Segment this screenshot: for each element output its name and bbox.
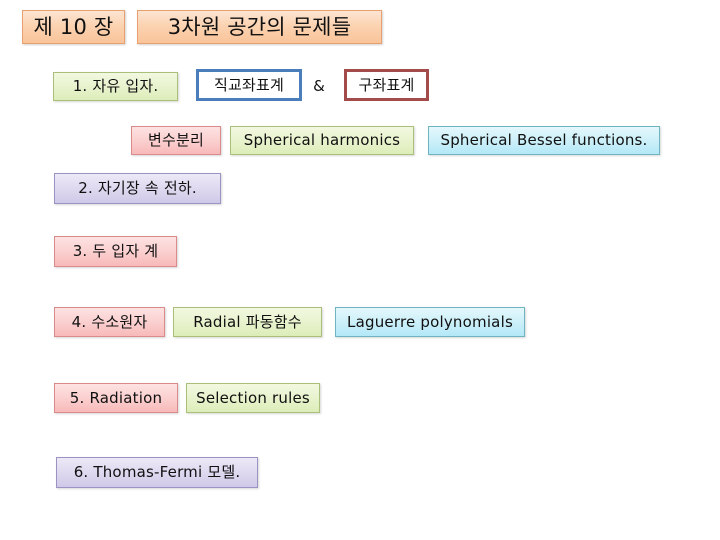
topic-4-item-laguerre-label: Laguerre polynomials [347,312,513,331]
topic-3-main-label: 3. 두 입자 계 [72,242,159,260]
topic-2-main-box[interactable]: 2. 자기장 속 전하. [54,173,221,204]
topic-1-sub-spherical-harmonics-box[interactable]: Spherical harmonics [230,126,414,155]
slide-title-box[interactable]: 3차원 공간의 문제들 [137,10,382,44]
topic-5-main-label: 5. Radiation [69,388,163,407]
topic-4-item-radial-wavefunction-box[interactable]: Radial 파동함수 [173,307,322,337]
topic-4-main-box[interactable]: 4. 수소원자 [54,307,165,337]
topic-1-item-spherical-label: 구좌표계 [358,75,415,94]
topic-5-item-selection-rules-box[interactable]: Selection rules [186,383,320,413]
topic-1-sub-spherical-bessel-label: Spherical Bessel functions. [440,131,648,149]
topic-1-item-ampersand-label: & [313,76,325,95]
topic-1-item-cartesian-label: 직교좌표계 [213,75,284,94]
topic-1-item-spherical-box[interactable]: 구좌표계 [344,69,429,101]
slide-canvas: 제 10 장 3차원 공간의 문제들 1. 자유 입자. 직교좌표계 & 구좌표… [0,0,720,540]
chapter-label-text: 제 10 장 [33,14,114,39]
topic-1-sub-separation-label: 변수분리 [147,131,204,149]
topic-1-item-cartesian-box[interactable]: 직교좌표계 [196,69,302,101]
topic-1-sub-separation-box[interactable]: 변수분리 [131,126,221,155]
slide-title-text: 3차원 공간의 문제들 [167,14,352,39]
topic-1-sub-spherical-bessel-box[interactable]: Spherical Bessel functions. [428,126,660,155]
chapter-label-box[interactable]: 제 10 장 [22,10,125,44]
topic-5-item-selection-rules-label: Selection rules [196,388,310,407]
topic-3-main-box[interactable]: 3. 두 입자 계 [54,236,177,267]
topic-1-main-box[interactable]: 1. 자유 입자. [53,72,178,101]
topic-1-sub-spherical-harmonics-label: Spherical harmonics [243,131,401,149]
topic-6-main-box[interactable]: 6. Thomas-Fermi 모델. [56,457,258,488]
topic-4-item-laguerre-box[interactable]: Laguerre polynomials [335,307,525,337]
topic-1-main-label: 1. 자유 입자. [72,77,159,95]
topic-1-item-ampersand: & [309,72,329,99]
topic-2-main-label: 2. 자기장 속 전하. [78,179,197,197]
topic-6-main-label: 6. Thomas-Fermi 모델. [73,463,241,481]
topic-4-item-radial-wavefunction-label: Radial 파동함수 [193,312,302,331]
topic-5-main-box[interactable]: 5. Radiation [54,383,178,413]
topic-4-main-label: 4. 수소원자 [71,312,148,331]
